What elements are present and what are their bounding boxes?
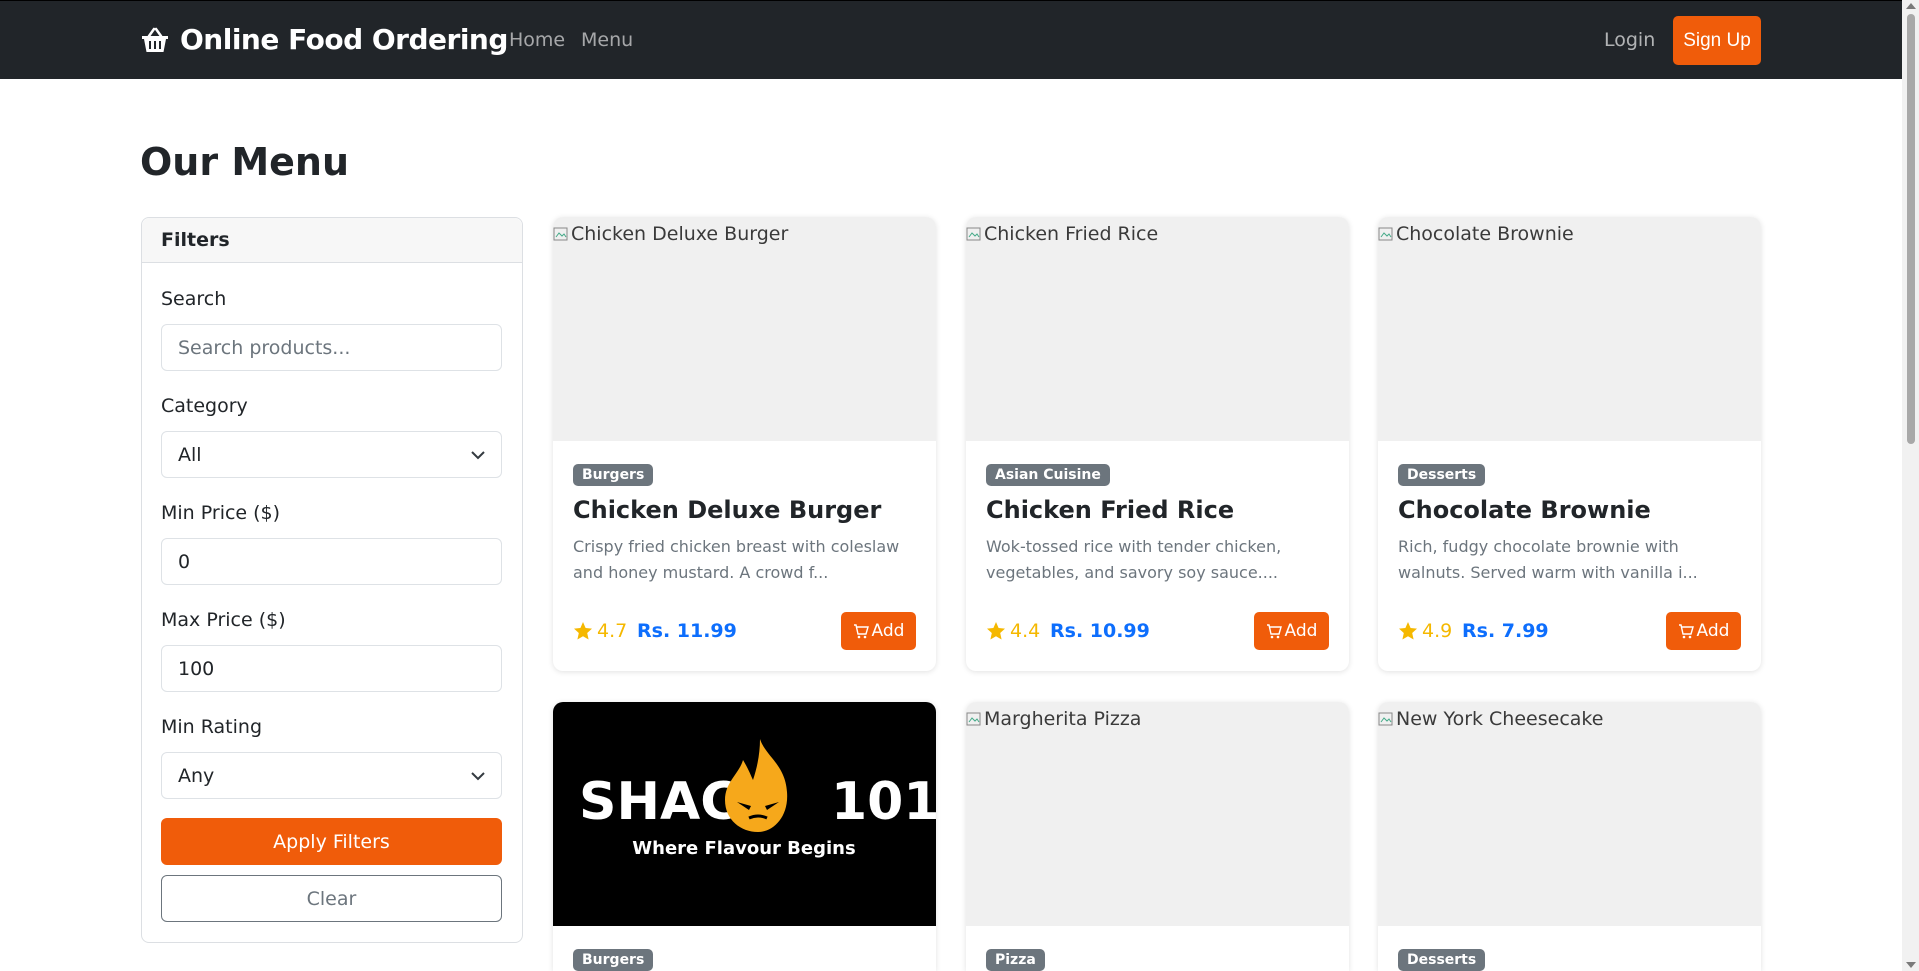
scroll-up-arrow[interactable]: [1906, 3, 1916, 9]
min-rating-select[interactable]: Any: [161, 752, 502, 799]
product-image-alt: Chicken Fried Rice: [984, 223, 1159, 245]
broken-image-icon: [553, 227, 568, 241]
product-card: Chicken Fried Rice Asian Cuisine Chicken…: [966, 217, 1349, 671]
page-scrollbar[interactable]: [1902, 0, 1919, 971]
add-to-cart-button[interactable]: Add: [841, 612, 916, 650]
product-image: Margherita Pizza: [966, 702, 1349, 926]
product-description: Rich, fudgy chocolate brownie with walnu…: [1398, 537, 1698, 582]
category-badge: Asian Cuisine: [986, 464, 1110, 486]
basket-icon: [142, 27, 168, 52]
product-rating: 4.4: [1010, 620, 1041, 642]
broken-image-icon: [966, 227, 981, 241]
clear-filters-button[interactable]: Clear: [161, 875, 502, 922]
broken-image-icon: [1378, 712, 1393, 726]
product-price: Rs. 11.99: [637, 620, 737, 642]
add-to-cart-button[interactable]: Add: [1666, 612, 1741, 650]
star-icon: [1399, 622, 1417, 640]
broken-image-icon: [966, 712, 981, 726]
nav-home-link[interactable]: Home: [509, 29, 565, 51]
logo-text-right: 101: [831, 772, 936, 832]
add-label: Add: [1284, 621, 1318, 641]
product-description: Crispy fried chicken breast with colesla…: [573, 537, 900, 582]
cart-icon: [853, 624, 869, 639]
search-label: Search: [161, 288, 227, 310]
category-label: Category: [161, 395, 248, 417]
product-name: Chicken Fried Rice: [986, 496, 1235, 524]
star-icon: [574, 622, 592, 640]
product-image: Chicken Deluxe Burger: [553, 217, 936, 441]
cart-icon: [1678, 624, 1694, 639]
scroll-thumb[interactable]: [1907, 14, 1915, 444]
product-image-alt: New York Cheesecake: [1396, 708, 1604, 730]
brand-title: Online Food Ordering: [180, 23, 508, 56]
logo-tagline: Where Flavour Begins: [632, 838, 855, 859]
apply-filters-button[interactable]: Apply Filters: [161, 818, 502, 865]
page-title: Our Menu: [140, 140, 350, 184]
product-description: Wok-tossed rice with tender chicken, veg…: [986, 537, 1282, 582]
category-badge: Desserts: [1398, 464, 1486, 486]
product-rating: 4.7: [597, 620, 628, 642]
chevron-down-icon: [471, 772, 485, 781]
min-price-input[interactable]: 0: [161, 538, 502, 585]
product-image-alt: Margherita Pizza: [984, 708, 1142, 730]
filters-panel: Filters Search Search products... Catego…: [141, 217, 523, 943]
category-value: All: [178, 443, 202, 466]
product-image-alt: Chicken Deluxe Burger: [571, 223, 789, 245]
category-badge: Burgers: [573, 464, 654, 486]
add-label: Add: [871, 621, 905, 641]
min-rating-label: Min Rating: [161, 716, 263, 738]
chevron-down-icon: [471, 451, 485, 460]
min-rating-value: Any: [178, 764, 215, 787]
product-card: Chicken Deluxe Burger Burgers Chicken De…: [553, 217, 936, 671]
navbar: Online Food Ordering Home Menu Login Sig…: [0, 0, 1902, 79]
add-to-cart-button[interactable]: Add: [1254, 612, 1329, 650]
cart-icon: [1266, 624, 1282, 639]
scroll-down-arrow[interactable]: [1906, 962, 1916, 968]
product-card: New York Cheesecake Desserts: [1378, 702, 1761, 971]
category-select[interactable]: All: [161, 431, 502, 478]
category-badge: Desserts: [1398, 949, 1486, 971]
min-price-label: Min Price ($): [161, 502, 281, 524]
broken-image-icon: [1378, 227, 1393, 241]
star-icon: [987, 622, 1005, 640]
product-image: SHACK 101 Where Flavour Begins: [553, 702, 936, 926]
product-image: New York Cheesecake: [1378, 702, 1761, 926]
product-card: SHACK 101 Where Flavour Begins Burgers: [553, 702, 936, 971]
product-name: Chicken Deluxe Burger: [573, 496, 882, 524]
product-card: Chocolate Brownie Desserts Chocolate Bro…: [1378, 217, 1761, 671]
max-price-label: Max Price ($): [161, 609, 286, 631]
search-input[interactable]: Search products...: [161, 324, 502, 371]
max-price-input[interactable]: 100: [161, 645, 502, 692]
category-badge: Burgers: [573, 949, 654, 971]
product-price: Rs. 10.99: [1050, 620, 1150, 642]
shack101-logo: SHACK 101 Where Flavour Begins: [579, 739, 936, 859]
product-price: Rs. 7.99: [1462, 620, 1549, 642]
product-rating: 4.9: [1422, 620, 1453, 642]
login-link[interactable]: Login: [1604, 29, 1655, 51]
product-card: Margherita Pizza Pizza: [966, 702, 1349, 971]
add-label: Add: [1696, 621, 1730, 641]
product-name: Chocolate Brownie: [1398, 496, 1651, 524]
nav-menu-link[interactable]: Menu: [581, 29, 633, 51]
brand-link[interactable]: Online Food Ordering: [140, 23, 508, 56]
signup-button[interactable]: Sign Up: [1673, 16, 1761, 65]
filters-header: Filters: [142, 218, 522, 263]
product-image: Chocolate Brownie: [1378, 217, 1761, 441]
product-image: Chicken Fried Rice: [966, 217, 1349, 441]
product-image-alt: Chocolate Brownie: [1396, 223, 1574, 245]
category-badge: Pizza: [986, 949, 1045, 971]
